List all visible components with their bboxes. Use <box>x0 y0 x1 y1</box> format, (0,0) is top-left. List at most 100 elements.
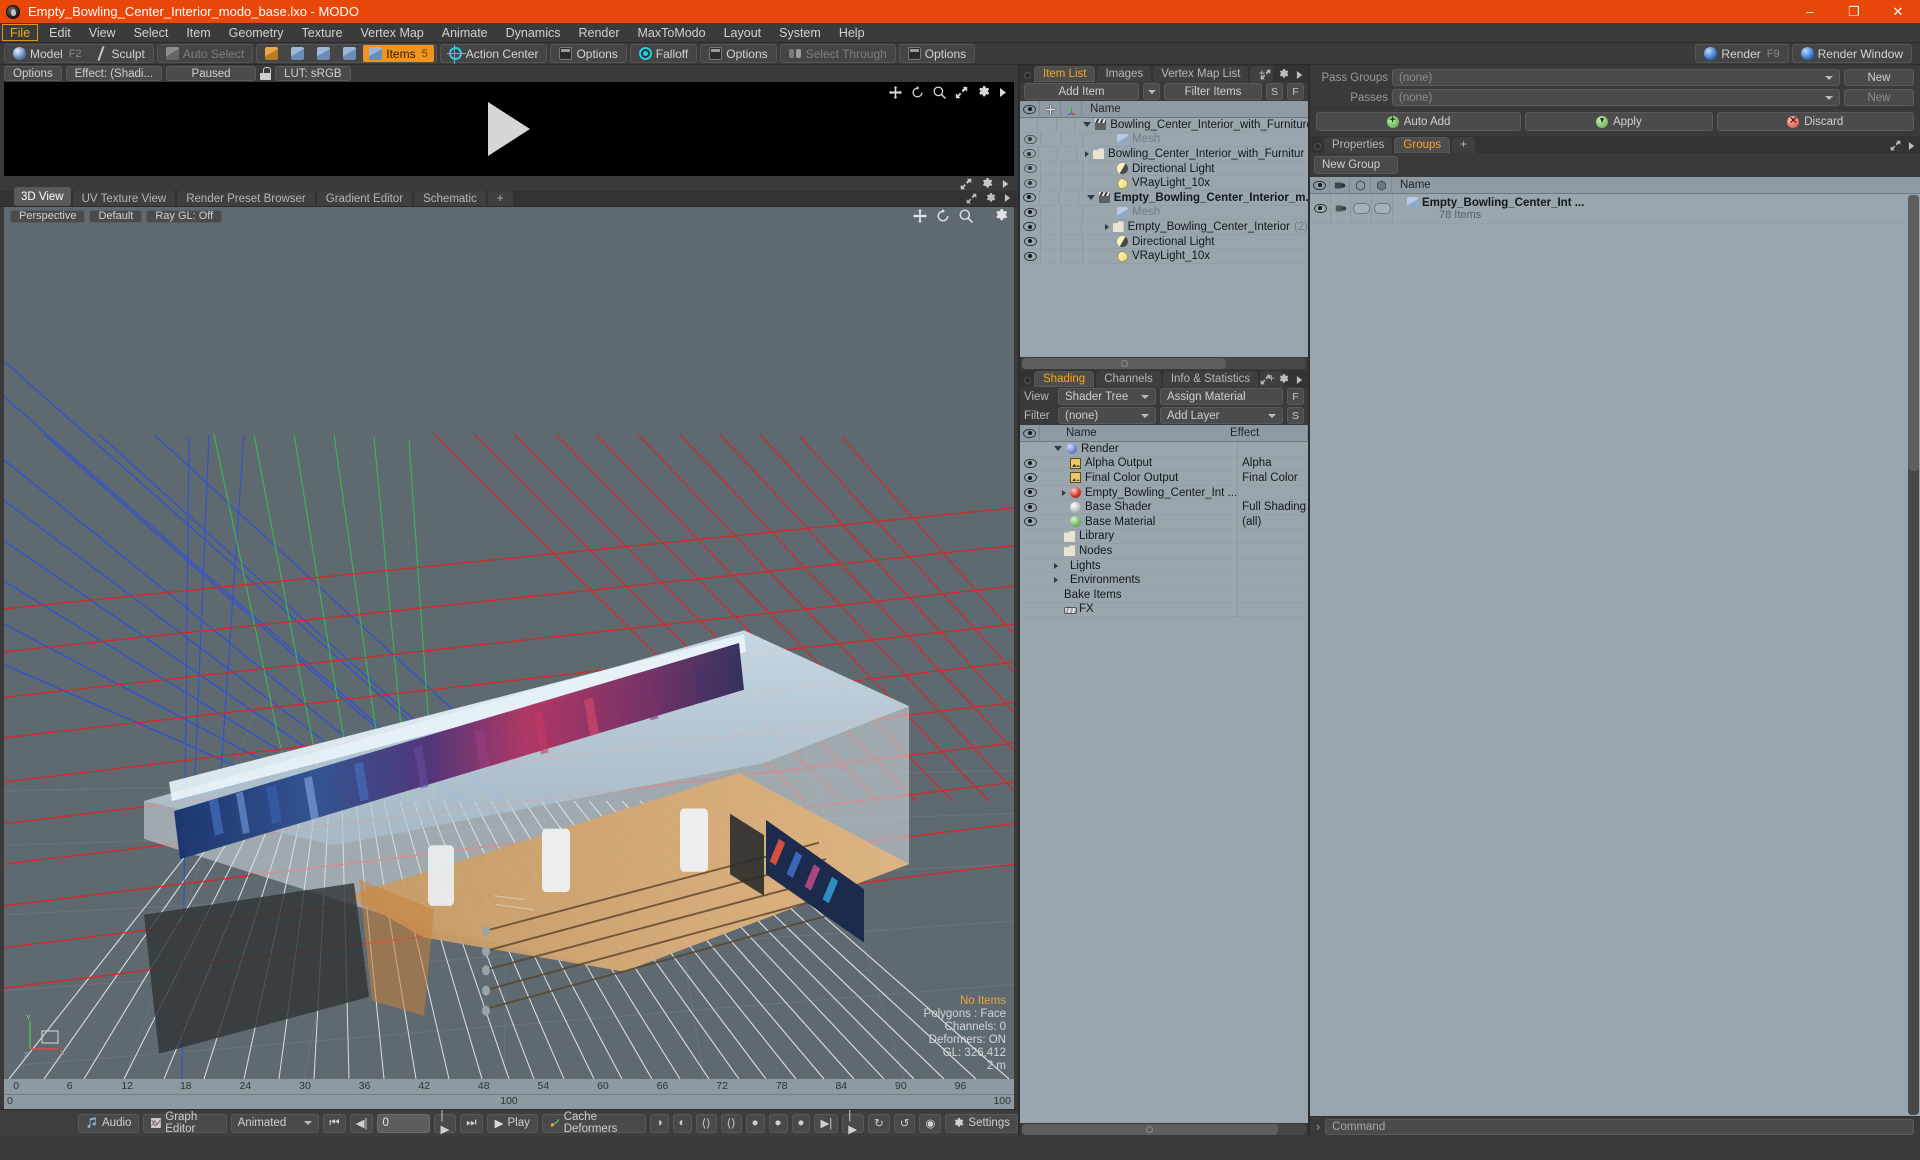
row-effect-cell[interactable] <box>1237 558 1308 573</box>
move-icon[interactable] <box>889 86 902 99</box>
row-name-cell[interactable]: Bowling_Center_Interior_with_Furniture_ … <box>1074 118 1308 133</box>
row-effect-cell[interactable]: Final Color <box>1237 470 1308 486</box>
table-row[interactable]: Render <box>1020 442 1308 457</box>
key-prev-button[interactable]: ⟨⟩ <box>695 1113 717 1133</box>
row-name-cell[interactable]: Base Material <box>1040 514 1237 529</box>
row-lock-cell[interactable] <box>1038 146 1057 162</box>
pass-groups-select[interactable]: (none) <box>1392 69 1840 86</box>
chevron-right-icon[interactable] <box>1085 150 1090 157</box>
zoom-icon[interactable] <box>959 209 973 223</box>
row-visibility-toggle[interactable] <box>1020 473 1040 483</box>
row-visibility-toggle[interactable] <box>1020 222 1040 232</box>
table-row[interactable]: Environments <box>1020 572 1308 588</box>
shader-tree-body[interactable]: Render Alpha Output Alpha Final Color Ou… <box>1020 442 1308 1123</box>
menu-item-item[interactable]: Item <box>177 23 219 42</box>
row-visibility-toggle[interactable] <box>1310 204 1330 213</box>
gear-icon[interactable] <box>977 86 990 99</box>
row-name-cell[interactable]: Library <box>1040 529 1237 544</box>
scrollbar-thumb[interactable] <box>1908 195 1919 471</box>
row-axis-cell[interactable] <box>1061 132 1082 147</box>
gear-icon[interactable] <box>981 177 993 190</box>
lock-icon[interactable] <box>260 67 272 80</box>
row-solid-toggle[interactable] <box>1371 194 1392 224</box>
menu-item-geometry[interactable]: Geometry <box>220 23 293 42</box>
new-group-button[interactable]: New Group <box>1314 156 1398 174</box>
tab-schematic[interactable]: Schematic <box>414 191 486 206</box>
row-effect-cell[interactable]: Alpha <box>1237 456 1308 471</box>
menu-item-texture[interactable]: Texture <box>293 23 352 42</box>
key-next-button[interactable]: ⟨⟩ <box>720 1113 742 1133</box>
model-mode-button[interactable]: Model F2 <box>7 45 88 62</box>
chevron-down-icon[interactable] <box>1054 446 1062 452</box>
menu-arrow-icon[interactable] <box>1296 375 1304 385</box>
menu-item-vertex-map[interactable]: Vertex Map <box>352 23 433 42</box>
chevron-down-icon[interactable] <box>1083 122 1092 128</box>
row-visibility-toggle[interactable] <box>1020 502 1040 512</box>
current-frame-input[interactable]: 0 <box>377 1113 431 1133</box>
add-item-dropdown[interactable] <box>1143 83 1160 100</box>
groups-list-body[interactable]: Empty_Bowling_Center_Int ... 78 Items <box>1310 194 1920 1116</box>
auto-add-button[interactable]: Auto Add <box>1316 112 1522 131</box>
tab-item-list[interactable]: Item List <box>1034 66 1096 82</box>
play-icon[interactable] <box>488 102 530 156</box>
row-lock-cell[interactable] <box>1040 234 1061 249</box>
col-visibility-header[interactable] <box>1020 424 1040 442</box>
table-row[interactable]: Directional Light <box>1020 234 1308 250</box>
table-row[interactable]: Base Material (all) <box>1020 514 1308 530</box>
row-name-cell[interactable]: Directional Light <box>1082 234 1308 249</box>
vertices-mode-button[interactable] <box>259 45 284 62</box>
chevron-right-icon[interactable] <box>1062 489 1066 496</box>
select-through-button[interactable]: Select Through <box>783 45 893 62</box>
row-visibility-toggle[interactable] <box>1020 149 1038 159</box>
preview-paused-button[interactable]: Paused <box>166 66 257 81</box>
expand-icon[interactable] <box>1260 69 1271 80</box>
chevron-right-icon[interactable] <box>1054 562 1058 569</box>
row-name-cell[interactable]: Environments <box>1040 573 1237 588</box>
table-row[interactable]: Empty_Bowling_Center_Int ... 78 Items <box>1310 194 1907 224</box>
row-visibility-toggle[interactable] <box>1020 488 1040 498</box>
tab-3d-view[interactable]: 3D View <box>14 187 71 206</box>
tab-uv-texture-view[interactable]: UV Texture View <box>72 191 176 206</box>
row-axis-cell[interactable] <box>1061 234 1082 249</box>
timeline-ruler[interactable]: 0 6 12 18 24 30 36 42 48 54 60 66 72 78 … <box>4 1079 1014 1095</box>
falloff-button[interactable]: Falloff <box>633 45 694 62</box>
tab-images[interactable]: Images <box>1097 66 1152 82</box>
render-preview-canvas[interactable] <box>4 82 1014 176</box>
loop-button[interactable]: ↺ <box>893 1113 916 1133</box>
timeline-range[interactable]: 0 100 100 <box>4 1095 1014 1108</box>
graph-editor-button[interactable]: Graph Editor <box>143 1111 227 1135</box>
col-visibility-header[interactable] <box>1020 100 1040 118</box>
table-row[interactable]: Bowling_Center_Interior_with_Furniture_ … <box>1020 118 1308 133</box>
col-shade-header[interactable] <box>1350 176 1371 194</box>
timeline[interactable]: 0 6 12 18 24 30 36 42 48 54 60 66 72 78 … <box>4 1079 1014 1109</box>
table-row[interactable]: Empty_Bowling_Center_Int ... <box>1020 485 1308 501</box>
menu-item-dynamics[interactable]: Dynamics <box>497 23 570 42</box>
row-name-cell[interactable]: Empty_Bowling_Center_Int ... 78 Items <box>1392 194 1907 224</box>
row-name-cell[interactable]: Mesh <box>1082 205 1308 220</box>
close-button[interactable]: ✕ <box>1876 0 1920 23</box>
row-visibility-toggle[interactable] <box>1020 237 1040 247</box>
gear-icon[interactable] <box>1278 374 1289 385</box>
row-effect-cell[interactable] <box>1237 587 1308 603</box>
table-row[interactable]: VRayLight_10x <box>1020 248 1308 264</box>
preview-lut-button[interactable]: LUT: sRGB <box>275 66 351 81</box>
shader-tree-hscrollbar[interactable] <box>1022 1124 1306 1135</box>
row-axis-cell[interactable] <box>1061 161 1082 176</box>
row-axis-cell[interactable] <box>1058 190 1078 206</box>
menu-item-view[interactable]: View <box>80 23 125 42</box>
table-row[interactable]: Base Shader Full Shading <box>1020 499 1308 515</box>
gear-icon[interactable] <box>994 209 1008 223</box>
row-effect-cell[interactable] <box>1237 572 1308 588</box>
row-name-cell[interactable]: Empty_Bowling_Center_Interior (2) <box>1081 219 1308 235</box>
tab-info-statistics[interactable]: Info & Statistics <box>1162 371 1259 387</box>
menu-item-layout[interactable]: Layout <box>715 23 771 42</box>
table-row[interactable]: Mesh <box>1020 205 1308 221</box>
key-options-button[interactable]: ● <box>791 1113 811 1133</box>
edges-mode-button[interactable] <box>285 45 310 62</box>
viewport-shading-style-button[interactable]: Default <box>89 209 143 223</box>
tab-shading[interactable]: Shading <box>1034 371 1095 387</box>
chevron-right-icon[interactable] <box>1054 577 1058 584</box>
preview-options-button[interactable]: Options <box>4 66 62 81</box>
shading-s-button[interactable]: S <box>1287 407 1304 424</box>
row-visibility-toggle[interactable] <box>1020 178 1040 188</box>
